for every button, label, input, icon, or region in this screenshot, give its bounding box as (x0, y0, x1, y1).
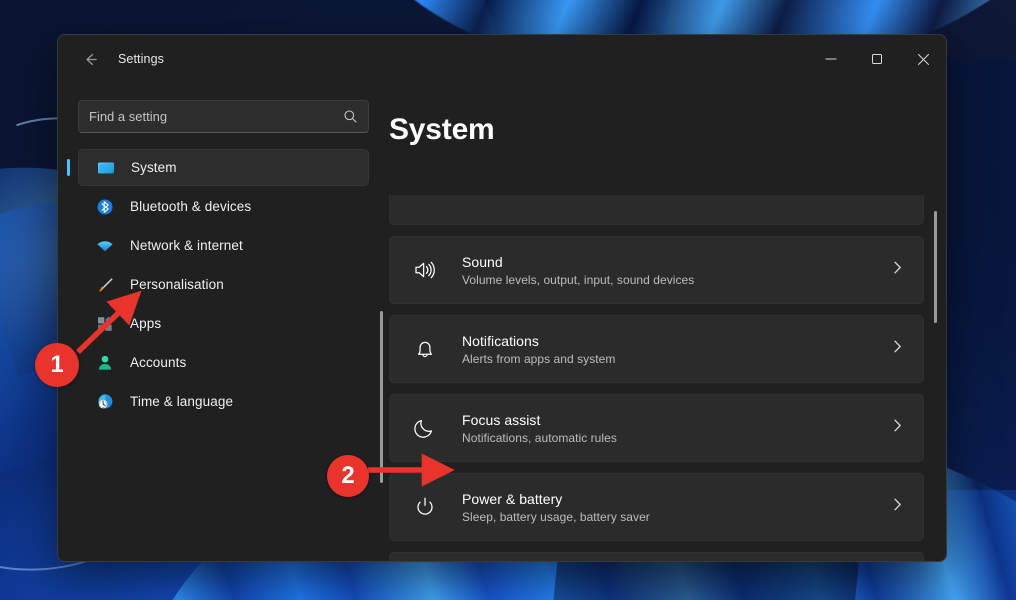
bluetooth-icon (94, 196, 116, 218)
apps-grid-icon (94, 313, 116, 335)
close-icon (917, 53, 930, 66)
maximize-icon (871, 53, 883, 65)
sidebar-item-label: Network & internet (130, 238, 243, 253)
paintbrush-icon (94, 274, 116, 296)
sidebar-item-label: Accounts (130, 355, 186, 370)
sidebar-item-label: System (131, 160, 177, 175)
window-controls (808, 35, 946, 83)
settings-cards-list: Sound Volume levels, output, input, soun… (389, 195, 924, 561)
chevron-right-icon (890, 260, 905, 280)
sidebar-item-apps[interactable]: Apps (78, 305, 369, 342)
content-scrollbar[interactable] (934, 211, 937, 323)
sidebar-item-label: Personalisation (130, 277, 224, 292)
sidebar-scrollbar[interactable] (380, 311, 383, 483)
back-arrow-icon (82, 51, 99, 68)
sidebar-item-time-language[interactable]: Time & language (78, 383, 369, 420)
card-sound[interactable]: Sound Volume levels, output, input, soun… (389, 236, 924, 304)
minimize-button[interactable] (808, 35, 854, 83)
search-icon[interactable] (343, 109, 358, 124)
sidebar-nav: System Bluetooth & devices (58, 149, 389, 420)
chevron-right-icon (890, 497, 905, 517)
power-icon (410, 492, 440, 522)
card-clipped-partial[interactable] (389, 195, 924, 225)
sidebar-item-bluetooth-devices[interactable]: Bluetooth & devices (78, 188, 369, 225)
card-title: Power & battery (462, 491, 890, 507)
card-subtitle: Sleep, battery usage, battery saver (462, 510, 890, 524)
placeholder-icon (410, 195, 440, 206)
window-title: Settings (118, 52, 164, 66)
card-title: Notifications (462, 333, 890, 349)
moon-icon (410, 413, 440, 443)
sidebar: System Bluetooth & devices (58, 83, 389, 561)
card-storage[interactable]: Storage Storage space, drives, configura… (389, 552, 924, 561)
clock-globe-icon (94, 391, 116, 413)
sidebar-item-system[interactable]: System (78, 149, 369, 186)
card-power-and-battery[interactable]: Power & battery Sleep, battery usage, ba… (389, 473, 924, 541)
window-body: System Bluetooth & devices (58, 83, 946, 561)
maximize-button[interactable] (854, 35, 900, 83)
settings-window: Settings (57, 34, 947, 562)
sidebar-item-label: Bluetooth & devices (130, 199, 251, 214)
back-button[interactable] (72, 43, 108, 75)
sidebar-item-label: Apps (130, 316, 161, 331)
bell-icon (410, 334, 440, 364)
minimize-icon (825, 53, 837, 65)
page-title: System (389, 113, 946, 147)
sidebar-item-network-internet[interactable]: Network & internet (78, 227, 369, 264)
speaker-icon (410, 255, 440, 285)
title-bar: Settings (58, 35, 946, 83)
card-subtitle: Volume levels, output, input, sound devi… (462, 273, 890, 287)
search-box[interactable] (78, 100, 369, 133)
wifi-icon (94, 235, 116, 257)
sidebar-item-label: Time & language (130, 394, 233, 409)
chevron-right-icon (890, 339, 905, 359)
chevron-right-icon (890, 418, 905, 438)
card-subtitle: Alerts from apps and system (462, 352, 890, 366)
person-icon (94, 352, 116, 374)
desktop: Settings (0, 0, 1016, 600)
card-focus-assist[interactable]: Focus assist Notifications, automatic ru… (389, 394, 924, 462)
card-subtitle: Notifications, automatic rules (462, 431, 890, 445)
card-title: Sound (462, 254, 890, 270)
system-monitor-icon (95, 157, 117, 179)
close-button[interactable] (900, 35, 946, 83)
card-title: Focus assist (462, 412, 890, 428)
search-input[interactable] (89, 109, 343, 124)
card-notifications[interactable]: Notifications Alerts from apps and syste… (389, 315, 924, 383)
settings-cards-viewport: Sound Volume levels, output, input, soun… (389, 195, 946, 561)
sidebar-item-personalisation[interactable]: Personalisation (78, 266, 369, 303)
content-area: System (389, 83, 946, 561)
sidebar-item-accounts[interactable]: Accounts (78, 344, 369, 381)
